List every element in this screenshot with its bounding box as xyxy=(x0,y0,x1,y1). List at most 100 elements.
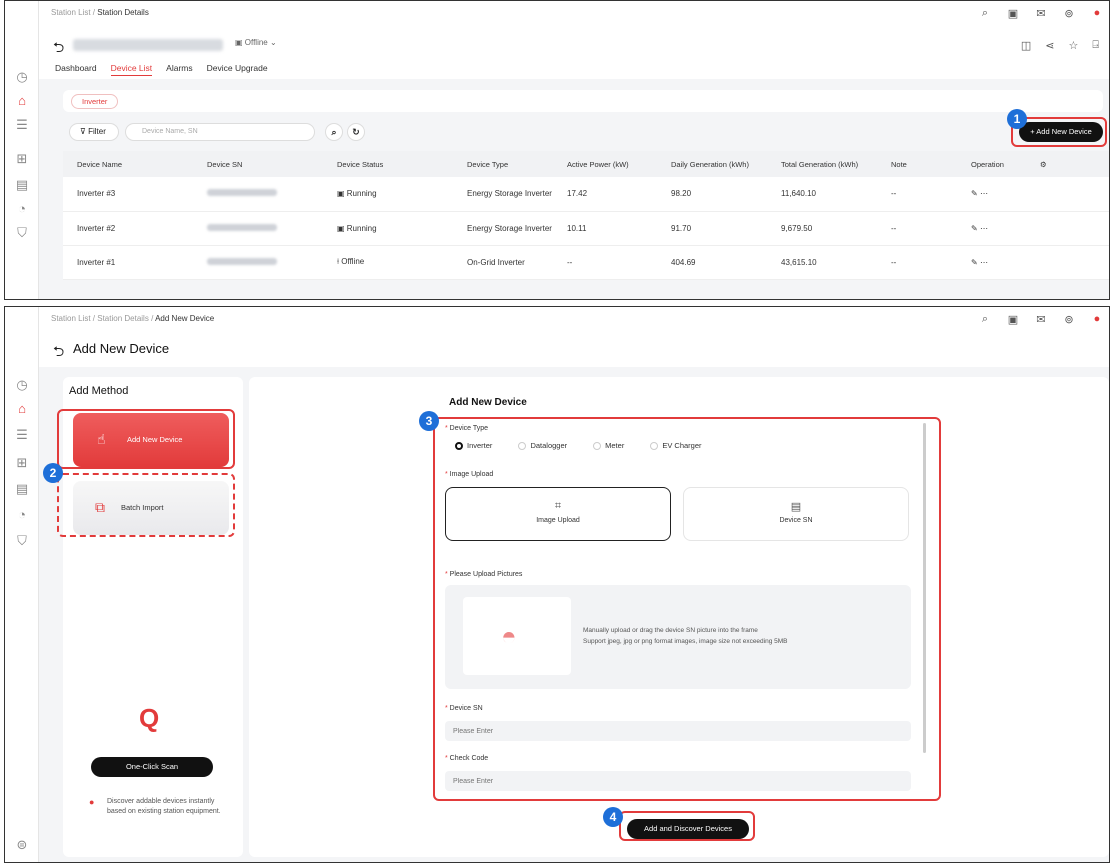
table-row[interactable]: Inverter #1 ⍿ Offline On-Grid Inverter -… xyxy=(63,245,1109,280)
col-daily-generation[interactable]: Daily Generation (kWh) xyxy=(657,151,767,177)
tab-dashboard[interactable]: Dashboard xyxy=(55,63,97,76)
station-name-redacted xyxy=(73,39,223,51)
cell-status: ▣ Running xyxy=(323,211,453,246)
home-icon[interactable]: ⌂ xyxy=(14,401,30,417)
station-header: ⮌ ▣ Offline ⌄ ◫ ⋖ ☆ ⍈ Dashboard Device L… xyxy=(39,27,1109,79)
shield-icon[interactable]: ⛉ xyxy=(14,533,30,549)
step-badge-3: 3 xyxy=(419,411,439,431)
list-icon[interactable]: ☰ xyxy=(14,117,30,133)
avatar-icon[interactable]: ● xyxy=(1091,313,1103,326)
cell-status: ▣ Running xyxy=(323,177,453,212)
search-icon[interactable]: ⌕ xyxy=(979,313,991,326)
tab-device-list[interactable]: Device List xyxy=(110,63,153,76)
breadcrumb-station-details[interactable]: Station Details xyxy=(97,314,149,323)
device-icon[interactable]: ⊞ xyxy=(14,455,30,471)
column-settings-icon[interactable]: ⚙ xyxy=(1040,160,1047,169)
exit-icon[interactable]: ⍈ xyxy=(1092,39,1099,52)
star-icon[interactable]: ☆ xyxy=(1069,39,1079,52)
col-operation-label: Operation xyxy=(971,159,1004,169)
filter-button[interactable]: ⊽ Filter xyxy=(69,123,119,141)
cell-active-power: 10.11 xyxy=(553,211,657,246)
search-icon[interactable]: ⌕ xyxy=(979,7,991,20)
cell-active-power: -- xyxy=(553,245,657,280)
status-text: Running xyxy=(346,189,377,199)
table-row[interactable]: Inverter #3 ▣ Running Energy Storage Inv… xyxy=(63,177,1109,212)
cell-name[interactable]: Inverter #3 xyxy=(63,177,193,212)
home-icon[interactable]: ⌂ xyxy=(14,93,30,109)
back-arrow-icon[interactable]: ⮌ xyxy=(53,37,64,61)
filter-label: Filter xyxy=(88,127,106,136)
cell-total: 9,679.50 xyxy=(767,211,877,246)
screen-icon[interactable]: ▣ xyxy=(1007,7,1019,20)
top-icons: ⌕ ▣ ✉ ⊚ ● xyxy=(979,7,1103,20)
cell-sn xyxy=(193,177,323,212)
cell-daily: 404.69 xyxy=(657,245,767,280)
cell-operation: ✎ ⋯ xyxy=(957,245,1109,280)
col-device-status: Device Status xyxy=(323,151,453,177)
category-chip-inverter[interactable]: Inverter xyxy=(71,94,119,109)
breadcrumb-current: Add New Device xyxy=(155,314,215,323)
more-icon[interactable]: ⋯ xyxy=(980,258,988,267)
cell-operation: ✎ ⋯ xyxy=(957,177,1109,212)
one-click-scan-button[interactable]: One-Click Scan xyxy=(91,757,213,777)
col-total-generation[interactable]: Total Generation (kWh) xyxy=(767,151,877,177)
status-text: Offline xyxy=(244,38,268,47)
page-header: ⮌ Add New Device xyxy=(39,333,1109,367)
message-icon[interactable]: ✉ xyxy=(1035,313,1047,326)
collapse-icon[interactable]: ⊜ xyxy=(14,837,30,853)
device-list-panel: ◷ ⌂ ☰ ⊞ ▤ ◔ ⛉ Station List / Station Det… xyxy=(4,0,1110,300)
cell-active-power: 17.42 xyxy=(553,177,657,212)
cell-name[interactable]: Inverter #2 xyxy=(63,211,193,246)
search-input[interactable]: Device Name, SN xyxy=(125,123,315,141)
document-icon[interactable]: ▤ xyxy=(14,481,30,497)
list-icon[interactable]: ☰ xyxy=(14,427,30,443)
cell-sn xyxy=(193,211,323,246)
station-status[interactable]: ▣ Offline ⌄ xyxy=(235,38,277,47)
shield-icon[interactable]: ⛉ xyxy=(14,225,30,241)
col-active-power[interactable]: Active Power (kW) xyxy=(553,151,657,177)
cell-type: Energy Storage Inverter xyxy=(453,211,553,246)
top-bar: Station List / Station Details ⌕ ▣ ✉ ⊚ ● xyxy=(39,1,1109,27)
scan-logo-icon: Q xyxy=(139,703,160,733)
status-text: Offline xyxy=(341,257,365,266)
more-icon[interactable]: ⋯ xyxy=(980,224,988,233)
breadcrumb-current: Station Details xyxy=(97,8,149,17)
back-arrow-icon[interactable]: ⮌ xyxy=(53,341,64,365)
device-table: Device Name Device SN Device Status Devi… xyxy=(63,151,1109,280)
message-icon[interactable]: ✉ xyxy=(1035,7,1047,20)
col-device-sn: Device SN xyxy=(193,151,323,177)
station-switch-icon[interactable]: ◫ xyxy=(1021,39,1031,52)
col-device-name[interactable]: Device Name xyxy=(63,151,193,177)
clock-icon[interactable]: ◷ xyxy=(14,377,30,393)
top-icons: ⌕ ▣ ✉ ⊚ ● xyxy=(979,313,1103,326)
sn-redacted xyxy=(207,189,277,197)
more-icon[interactable]: ⋯ xyxy=(980,189,988,198)
screen-icon[interactable]: ▣ xyxy=(1007,313,1019,326)
clock-icon[interactable]: ◷ xyxy=(14,69,30,85)
search-button[interactable]: ⌕ xyxy=(325,123,343,141)
edit-icon[interactable]: ✎ xyxy=(971,258,978,267)
table-row[interactable]: Inverter #2 ▣ Running Energy Storage Inv… xyxy=(63,211,1109,246)
avatar-icon[interactable]: ● xyxy=(1091,7,1103,20)
help-icon[interactable]: ⊚ xyxy=(1063,313,1075,326)
callout-box-2-dashed xyxy=(57,473,235,537)
cell-name[interactable]: Inverter #1 xyxy=(63,245,193,280)
edit-icon[interactable]: ✎ xyxy=(971,189,978,198)
sn-redacted xyxy=(207,223,277,231)
left-rail: ◷ ⌂ ☰ ⊞ ▤ ◔ ⛉ ⊜ xyxy=(5,307,39,862)
callout-box-2-solid xyxy=(57,409,235,469)
table-header-row: Device Name Device SN Device Status Devi… xyxy=(63,151,1109,177)
share-icon[interactable]: ⋖ xyxy=(1045,39,1054,52)
device-icon[interactable]: ⊞ xyxy=(14,151,30,167)
breadcrumb-station-list[interactable]: Station List xyxy=(51,8,91,17)
refresh-button[interactable]: ↻ xyxy=(347,123,365,141)
category-bar: Inverter xyxy=(63,90,1103,112)
document-icon[interactable]: ▤ xyxy=(14,177,30,193)
history-icon[interactable]: ◔ xyxy=(14,507,30,523)
edit-icon[interactable]: ✎ xyxy=(971,224,978,233)
help-icon[interactable]: ⊚ xyxy=(1063,7,1075,20)
tab-alarms[interactable]: Alarms xyxy=(166,63,192,76)
tab-device-upgrade[interactable]: Device Upgrade xyxy=(207,63,268,76)
history-icon[interactable]: ◔ xyxy=(14,201,30,217)
breadcrumb-station-list[interactable]: Station List xyxy=(51,314,91,323)
